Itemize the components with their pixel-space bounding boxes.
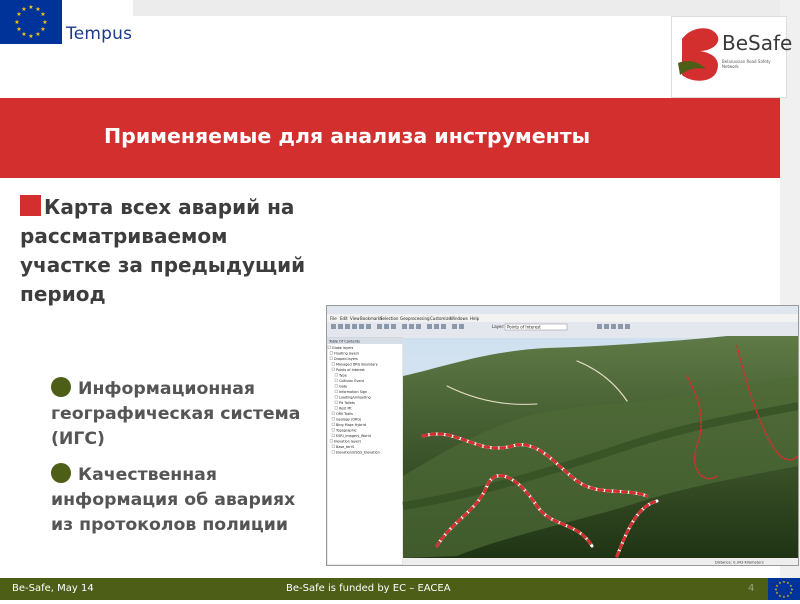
footer-left-text: Be-Safe, May 14 (12, 583, 94, 594)
gis-toc-item[interactable]: Bing Maps Hybrid (336, 423, 366, 427)
main-bullet-text: Карта всех аварий на рассматриваемом уча… (20, 195, 306, 306)
gis-toc-item[interactable]: Pit Toilets (339, 401, 355, 405)
gis-toc-item[interactable]: Base_terrS (336, 445, 354, 449)
svg-text:★: ★ (28, 4, 33, 11)
svg-text:★: ★ (782, 595, 785, 599)
gis-toc-checkbox[interactable] (331, 444, 335, 448)
gis-toc-checkbox[interactable] (329, 351, 333, 355)
svg-text:★: ★ (775, 591, 778, 595)
svg-text:★: ★ (21, 31, 26, 38)
svg-text:★: ★ (40, 26, 45, 33)
gis-menu-item[interactable]: Customize (430, 316, 452, 321)
gis-toc-title: Table Of Contents (328, 340, 360, 344)
gis-toc-item[interactable]: Collision Event (339, 379, 365, 383)
gis-toc-item[interactable]: Type (338, 374, 347, 378)
gis-toc-item[interactable]: Geology (DRG) (336, 418, 362, 422)
top-gray-strip (133, 0, 780, 16)
gis-toc-checkbox[interactable] (334, 395, 338, 399)
gis-toc-item[interactable]: Gate (339, 385, 347, 389)
besafe-logo: BeSafe Belarussian Road Safety Network (671, 16, 792, 98)
gis-screenshot-image: File Edit View Bookmarks Selection Geopr… (327, 306, 798, 565)
gis-toc-checkbox[interactable] (334, 406, 338, 410)
gis-toc-item[interactable]: Globe layers (332, 346, 353, 350)
gis-toc-checkbox[interactable] (334, 378, 338, 382)
gis-toc-checkbox[interactable] (334, 384, 338, 388)
gis-toc-item[interactable]: Loading/Unloading (339, 396, 371, 400)
sub-bullet-text: Информационная географическая система (И… (51, 379, 301, 449)
tempus-logo: ★ ★ ★ ★ ★ ★ ★ ★ ★ ★ ★ ★ Tempus (0, 0, 133, 45)
green-dot-bullet-icon (51, 463, 71, 483)
page-number: 4 (748, 583, 755, 594)
footer-bar: Be-Safe, May 14 Be-Safe is funded by EC … (0, 578, 800, 600)
sub-bullet-police: Качественная информация об авариях из пр… (51, 463, 316, 538)
gis-toc-item[interactable]: Draped layers (334, 357, 358, 361)
gis-toc-checkbox[interactable] (331, 428, 335, 432)
gis-layer-value: Points of Interest (507, 325, 541, 330)
gis-menu-item[interactable]: Bookmarks (360, 316, 382, 321)
gis-menu-item[interactable]: Geoprocessing (400, 316, 430, 321)
red-square-bullet-icon (20, 195, 41, 216)
besafe-logo-mark-icon (678, 28, 719, 81)
svg-text:★: ★ (35, 31, 40, 38)
eu-flag-icon: ★ ★ ★ ★ ★ ★ ★ ★ ★ ★ ★ ★ (768, 578, 800, 600)
gis-toc-checkbox[interactable] (331, 367, 335, 371)
svg-text:★: ★ (16, 26, 21, 33)
gis-toc-item[interactable]: Points of Interest (336, 368, 365, 372)
gis-toc-checkbox[interactable] (334, 389, 338, 393)
svg-text:★: ★ (40, 11, 45, 18)
gis-toc-item[interactable]: Managed DRG Boundary (336, 363, 378, 367)
gis-toc-checkbox[interactable] (331, 411, 335, 415)
gis-menu-item[interactable]: File (330, 316, 337, 321)
main-bullet: Карта всех аварий на рассматриваемом уча… (20, 193, 325, 309)
gis-toc-item[interactable]: ESRI_Imagery_World (336, 434, 371, 438)
svg-text:★: ★ (28, 33, 33, 40)
gis-layer-label: Layer: (492, 324, 504, 329)
gis-menu-item[interactable]: Selection (380, 316, 399, 321)
gis-screenshot: File Edit View Bookmarks Selection Geopr… (326, 305, 799, 566)
svg-text:★: ★ (774, 588, 777, 592)
eu-flag-icon: ★ ★ ★ ★ ★ ★ ★ ★ ★ ★ ★ ★ (0, 0, 62, 44)
gis-toc-item[interactable]: Floating layers (334, 352, 359, 356)
gis-toc-item[interactable]: Elevation layers (334, 440, 361, 444)
svg-text:★: ★ (789, 591, 792, 595)
sub-bullet-text: Качественная информация об авариях из пр… (51, 465, 296, 535)
gis-toc-checkbox[interactable] (329, 439, 333, 443)
gis-menu-item[interactable]: Edit (340, 316, 348, 321)
gis-menu-item[interactable]: Windows (450, 316, 468, 321)
svg-text:★: ★ (21, 6, 26, 13)
svg-text:★: ★ (14, 19, 19, 26)
slide-title: Применяемые для анализа инструменты (104, 124, 591, 148)
gis-toc-checkbox[interactable] (331, 362, 335, 366)
besafe-logo-subtitle: Belarussian Road Safety Network (722, 59, 771, 69)
title-banner: Применяемые для анализа инструменты (0, 98, 780, 178)
sub-bullet-gis: Информационная географическая система (И… (51, 377, 316, 452)
gis-menu-item[interactable]: View (350, 316, 360, 321)
gis-toc-checkbox[interactable] (329, 356, 333, 360)
svg-text:★: ★ (778, 594, 781, 598)
gis-toc-item[interactable]: Information Sign (339, 390, 367, 394)
footer-funding-text: Be-Safe is funded by EC – EACEA (286, 583, 451, 594)
gis-toc-item[interactable]: ORV Trails (336, 412, 353, 416)
gis-toc-item[interactable]: Elevation/USGS_Elevation (336, 451, 380, 455)
gis-toc-checkbox[interactable] (331, 417, 335, 421)
svg-text:★: ★ (42, 19, 47, 26)
svg-text:★: ★ (778, 581, 781, 585)
gis-menu-item[interactable]: Help (470, 316, 480, 321)
tempus-logo-text: Tempus (66, 24, 133, 44)
gis-status-text: Distance: 0.343 Kilometers (715, 561, 764, 565)
gis-toc-checkbox[interactable] (327, 345, 331, 349)
gis-toc-checkbox[interactable] (331, 433, 335, 437)
gis-toc-checkbox[interactable] (334, 400, 338, 404)
gis-toc-item[interactable]: Rest Pit (339, 407, 352, 411)
green-dot-bullet-icon (51, 377, 71, 397)
gis-toc-item[interactable]: Topographic (335, 429, 357, 433)
svg-text:★: ★ (786, 594, 789, 598)
besafe-logo-text: BeSafe (722, 31, 793, 55)
gis-toc-checkbox[interactable] (334, 373, 338, 377)
gis-toc-checkbox[interactable] (331, 422, 335, 426)
gis-toc-checkbox[interactable] (331, 450, 335, 454)
svg-text:★: ★ (782, 580, 785, 584)
